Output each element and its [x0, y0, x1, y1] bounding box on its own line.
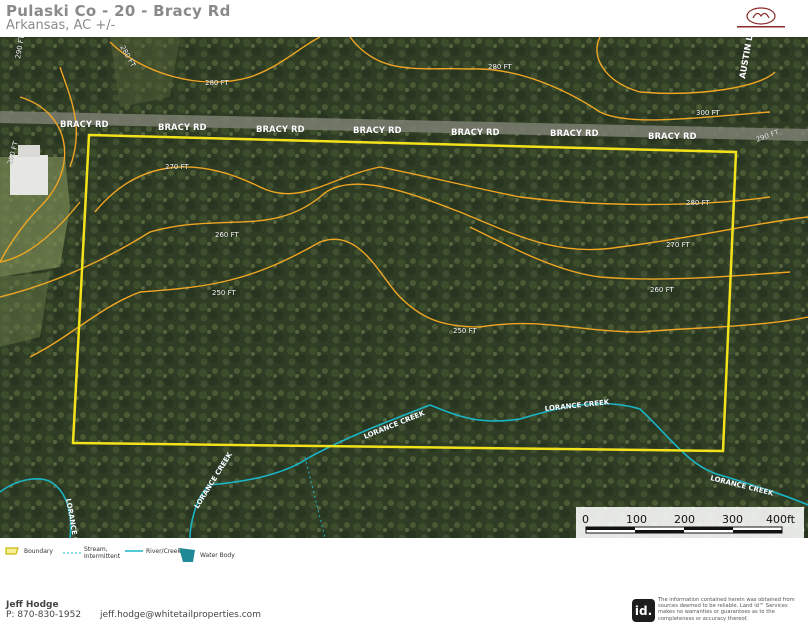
- contour-label: 300 FT: [696, 109, 720, 117]
- scale-tick: 300: [722, 513, 743, 526]
- scale-bar: 0 100 200 300 400ft: [576, 507, 804, 538]
- contour-label: 280 FT: [205, 79, 229, 87]
- river-swatch-icon: [125, 550, 143, 552]
- contour-label: 260 FT: [215, 231, 239, 239]
- boundary-swatch-icon: [5, 547, 19, 555]
- disclaimer-text: The information contained herein was obt…: [658, 597, 795, 622]
- contour-label: 280 FT: [686, 199, 710, 207]
- aerial-map[interactable]: BRACY RD BRACY RD BRACY RD BRACY RD BRAC…: [0, 37, 808, 538]
- road-label: BRACY RD: [353, 126, 402, 136]
- contour-label: 280 FT: [488, 63, 512, 71]
- legend-stream: Stream, Intermittent: [62, 546, 124, 560]
- agent-name: Jeff Hodge: [6, 600, 59, 610]
- brand-logo: [733, 6, 789, 32]
- contour-label: 250 FT: [212, 289, 236, 297]
- road-label: BRACY RD: [648, 132, 697, 142]
- agent-phone: P: 870-830-1952: [6, 610, 82, 620]
- road-label: BRACY RD: [158, 123, 207, 133]
- contour-label: 270 FT: [666, 241, 690, 249]
- legend-river: River/Creek: [124, 546, 181, 556]
- water-swatch-icon: [179, 548, 195, 562]
- road-label: BRACY RD: [451, 128, 500, 138]
- legend-water: Water Body: [178, 546, 235, 564]
- map-legend: Boundary Stream, Intermittent River/Cree…: [4, 546, 404, 566]
- scale-tick: 200: [674, 513, 695, 526]
- scale-tick: 100: [626, 513, 647, 526]
- road-label: BRACY RD: [550, 129, 599, 139]
- road-label: BRACY RD: [60, 120, 109, 130]
- contour-label: 260 FT: [650, 286, 674, 294]
- contour-label: 270 FT: [165, 163, 189, 171]
- contour-label: 250 FT: [453, 327, 477, 335]
- stream-swatch-icon: [63, 552, 81, 554]
- legend-boundary: Boundary: [4, 546, 53, 556]
- scale-tick: 400ft: [766, 513, 796, 526]
- page-subtitle: Arkansas, AC +/-: [6, 18, 116, 33]
- road-label: BRACY RD: [256, 125, 305, 135]
- landid-logo-icon: id.: [632, 599, 655, 622]
- agent-info: Jeff Hodge P: 870-830-1952: [6, 600, 81, 620]
- scale-tick: 0: [582, 513, 589, 526]
- building: [10, 155, 48, 195]
- agent-email[interactable]: jeff.hodge@whitetailproperties.com: [100, 610, 261, 620]
